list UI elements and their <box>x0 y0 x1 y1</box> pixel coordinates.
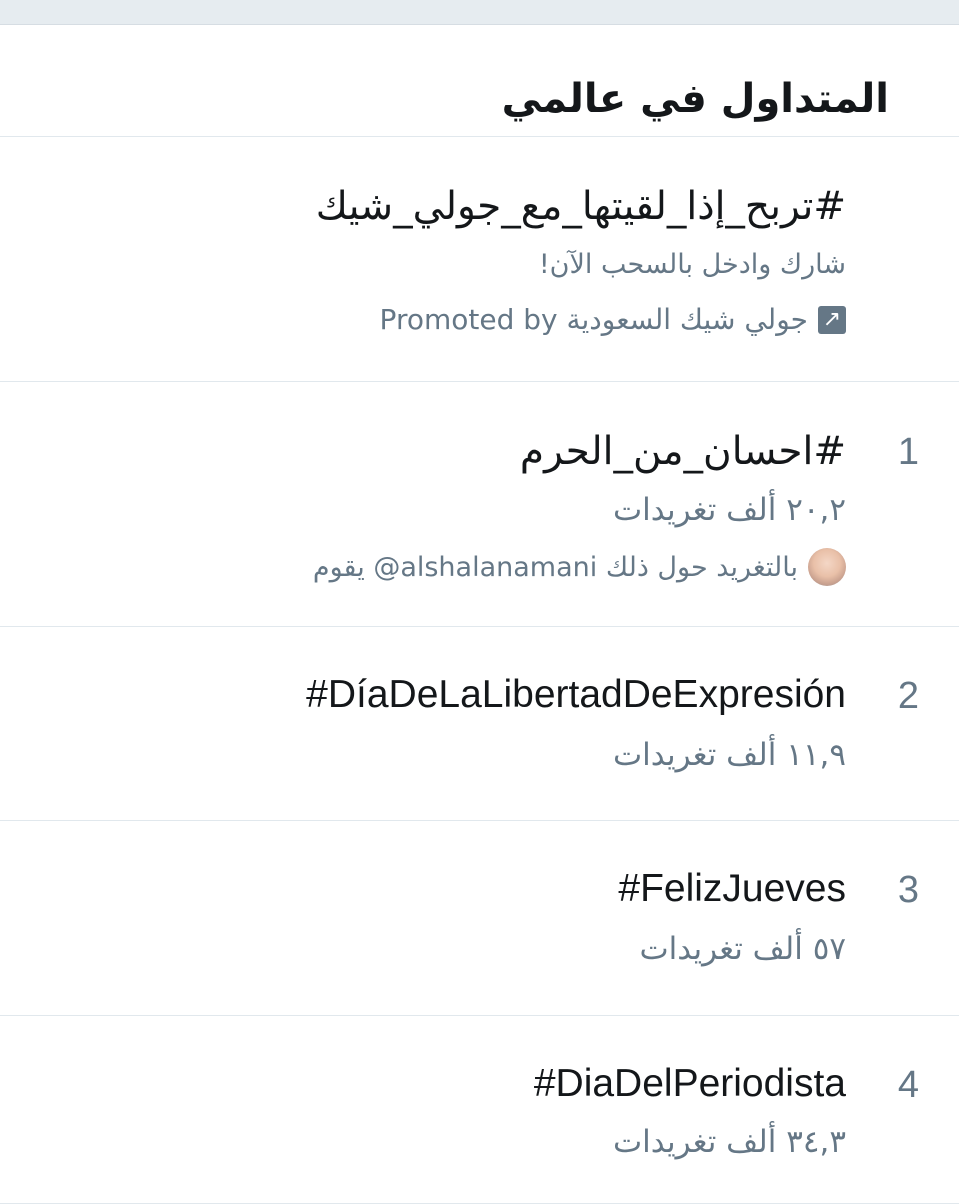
trend-name[interactable]: #FelizJueves <box>618 865 846 913</box>
trend-name[interactable]: #DíaDeLaLibertadDeExpresión <box>306 671 846 719</box>
promoted-arrow-icon: ↗ <box>818 305 846 334</box>
top-strip <box>0 0 959 25</box>
promoted-by-line: ↗ Promoted by جولي شيك السعودية <box>380 303 846 336</box>
trend-rank: 2 <box>897 675 919 717</box>
trend-rank: 1 <box>897 431 919 473</box>
promoted-hashtag[interactable]: #تربح_إذا_لقيتها_مع_جولي_شيك <box>316 183 846 231</box>
trend-tweet-count: ٣٤,٣ ألف تغريدات <box>612 1124 846 1160</box>
trend-rank: 4 <box>897 1064 919 1106</box>
trend-rank: 3 <box>897 869 919 911</box>
trends-header: المتداول في عالمي <box>0 25 959 137</box>
trend-item[interactable]: 4 #DiaDelPeriodista ٣٤,٣ ألف تغريدات <box>0 1016 959 1204</box>
trend-item[interactable]: 2 #DíaDeLaLibertadDeExpresión ١١,٩ ألف ت… <box>0 627 959 821</box>
trend-context-text: يقوم @alshalanamani بالتغريد حول ذلك <box>312 551 798 583</box>
trend-name[interactable]: #DiaDelPeriodista <box>534 1060 846 1108</box>
trend-item[interactable]: 3 #FelizJueves ٥٧ ألف تغريدات <box>0 821 959 1016</box>
trend-context: يقوم @alshalanamani بالتغريد حول ذلك <box>313 548 846 586</box>
avatar <box>808 548 846 586</box>
page-title: المتداول في عالمي <box>501 76 889 122</box>
trend-name[interactable]: #احسان_من_الحرم <box>520 428 846 476</box>
promoted-description: شارك وادخل بالسحب الآن! <box>538 249 846 280</box>
trend-tweet-count: ٥٧ ألف تغريدات <box>639 931 846 967</box>
trend-item[interactable]: 1 #احسان_من_الحرم ٢٠,٢ ألف تغريدات يقوم … <box>0 382 959 627</box>
trend-tweet-count: ٢٠,٢ ألف تغريدات <box>612 492 846 528</box>
trend-tweet-count: ١١,٩ ألف تغريدات <box>612 737 846 773</box>
promoted-trend[interactable]: #تربح_إذا_لقيتها_مع_جولي_شيك شارك وادخل … <box>0 137 959 382</box>
promoted-by-label: Promoted by جولي شيك السعودية <box>379 303 808 336</box>
